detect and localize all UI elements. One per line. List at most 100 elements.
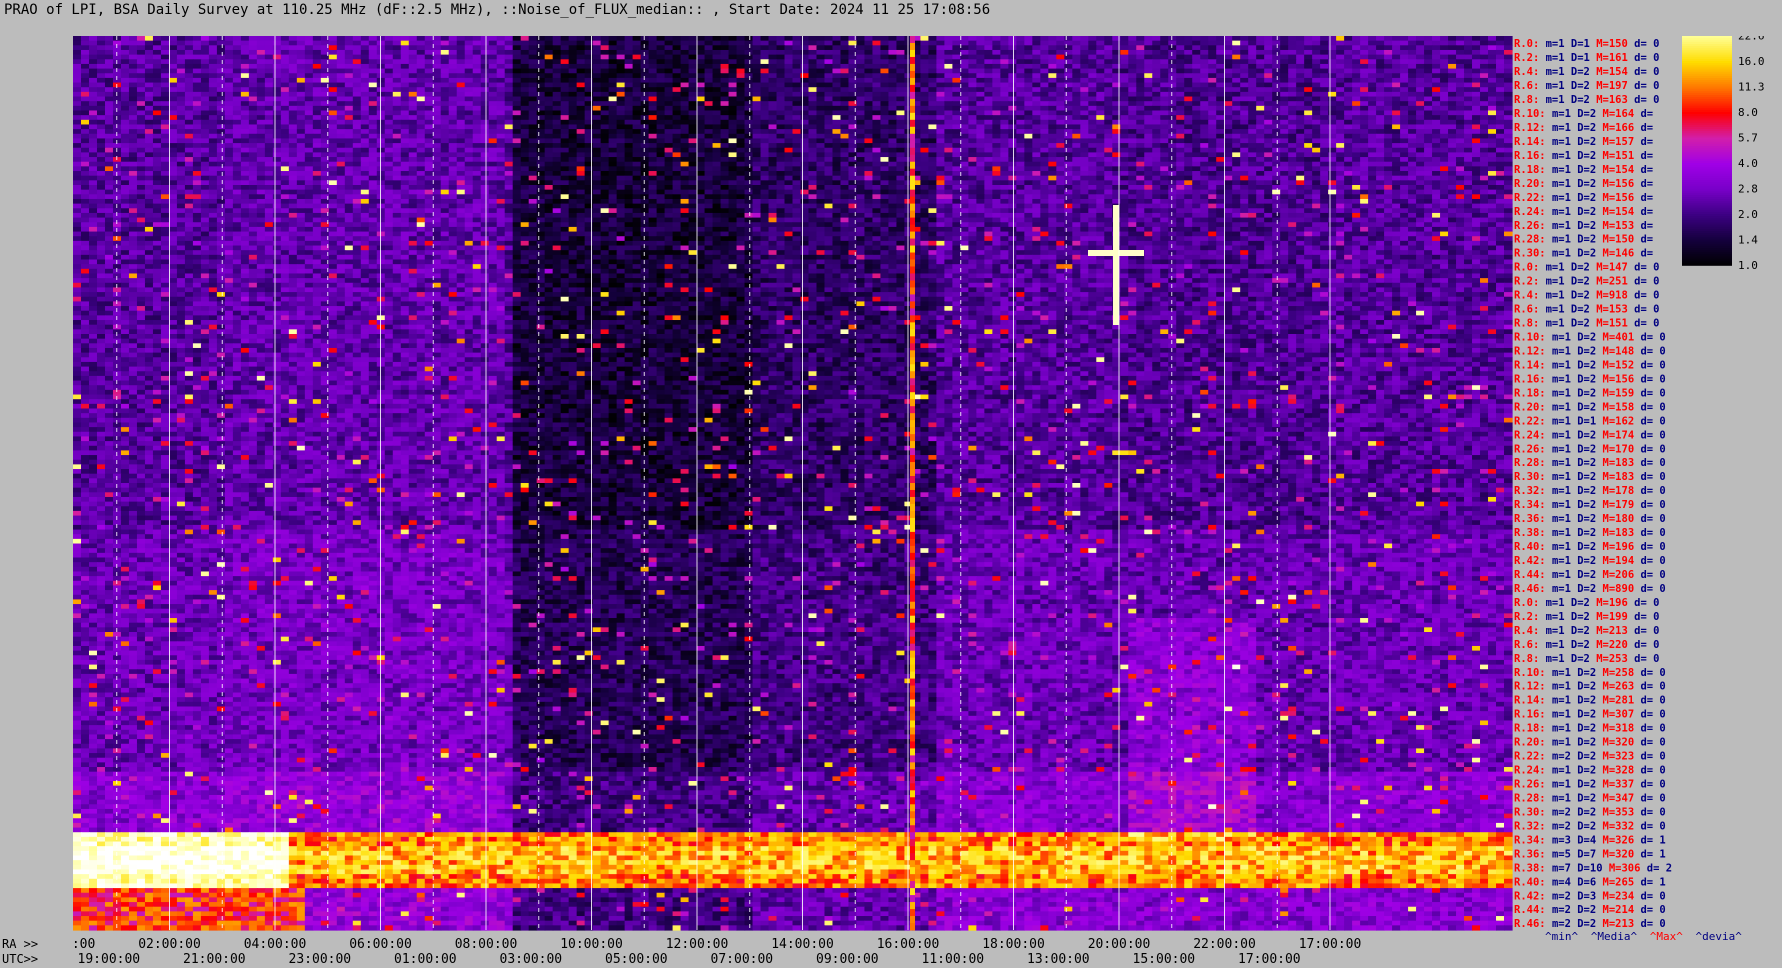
heatmap-cell <box>465 59 474 64</box>
heatmap-cell <box>281 55 290 60</box>
heatmap-cell <box>129 41 138 46</box>
heatmap-cell <box>1080 36 1089 41</box>
heatmap-cell <box>657 36 666 41</box>
heatmap-cell <box>761 41 770 46</box>
heatmap-cell <box>225 45 234 50</box>
heatmap-cell <box>1344 59 1353 64</box>
heatmap-cell <box>529 41 538 46</box>
heatmap-cell <box>257 50 266 55</box>
heatmap-cell <box>609 59 618 64</box>
heatmap-cell <box>1272 55 1281 60</box>
heatmap-cell <box>305 41 314 46</box>
heatmap-cell <box>553 64 562 69</box>
heatmap-cell <box>1192 41 1201 46</box>
heatmap-cell <box>1184 50 1193 55</box>
heatmap-cell <box>1464 36 1473 41</box>
heatmap-cell <box>785 50 794 55</box>
heatmap-cell <box>793 55 802 60</box>
heatmap-cell <box>936 55 945 60</box>
heatmap-cell <box>665 50 674 55</box>
heatmap-cell <box>561 45 570 50</box>
heatmap-cell <box>241 36 250 41</box>
heatmap-cell <box>1400 55 1409 60</box>
heatmap-cell <box>1168 45 1177 50</box>
heatmap-cell <box>1264 55 1273 60</box>
heatmap-cell <box>121 64 130 69</box>
heatmap-cell <box>617 45 626 50</box>
heatmap-cell <box>1288 50 1297 55</box>
heatmap-cell <box>689 55 698 60</box>
heatmap-cell <box>1344 45 1353 50</box>
heatmap-cell <box>1504 45 1513 50</box>
heatmap-cell <box>1192 45 1201 50</box>
heatmap-cell <box>1040 50 1049 55</box>
heatmap-cell <box>936 59 945 64</box>
heatmap-cell <box>113 59 122 64</box>
heatmap-cell <box>1304 64 1313 69</box>
heatmap-cell <box>1280 41 1289 46</box>
heatmap-cell <box>777 45 786 50</box>
heatmap-cell <box>633 55 642 60</box>
heatmap-cell <box>1336 64 1345 69</box>
heatmap-cell <box>345 36 354 41</box>
heatmap-cell <box>1328 50 1337 55</box>
heatmap-cell <box>145 36 154 41</box>
heatmap-cell <box>201 64 210 69</box>
heatmap-cell <box>1160 64 1169 69</box>
heatmap-cell <box>984 36 993 41</box>
heatmap-cell <box>545 55 554 60</box>
heatmap-cell <box>1128 50 1137 55</box>
heatmap-cell <box>489 36 498 41</box>
heatmap-cell <box>1312 55 1321 60</box>
heatmap-cell <box>89 55 98 60</box>
heatmap-cell <box>1368 55 1377 60</box>
heatmap-cell <box>249 64 258 69</box>
heatmap-cell <box>641 41 650 46</box>
heatmap-cell <box>1048 36 1057 41</box>
heatmap-cell <box>1008 45 1017 50</box>
heatmap-cell <box>425 36 434 41</box>
heatmap-cell <box>137 59 146 64</box>
heatmap-cell <box>816 41 825 46</box>
heatmap-cell <box>201 36 210 41</box>
heatmap-cell <box>745 55 754 60</box>
heatmap-cell <box>1080 41 1089 46</box>
heatmap-cell <box>952 55 961 60</box>
heatmap-cell <box>81 41 90 46</box>
heatmap-cell <box>121 50 130 55</box>
heatmap-cell <box>761 59 770 64</box>
heatmap-cell <box>1424 36 1433 41</box>
heatmap-cell <box>1216 55 1225 60</box>
heatmap-cell <box>952 36 961 41</box>
heatmap-cell <box>313 36 322 41</box>
heatmap-cell <box>1184 64 1193 69</box>
heatmap-cell <box>856 50 865 55</box>
heatmap-cell <box>1072 55 1081 60</box>
heatmap-cell <box>401 64 410 69</box>
heatmap-cell <box>225 64 234 69</box>
heatmap-cell <box>1032 55 1041 60</box>
heatmap-cell <box>721 41 730 46</box>
heatmap-cell <box>1408 45 1417 50</box>
heatmap-cell <box>673 36 682 41</box>
heatmap-cell <box>241 45 250 50</box>
heatmap-cell <box>497 45 506 50</box>
heatmap-cell <box>569 50 578 55</box>
heatmap-cell <box>1360 45 1369 50</box>
heatmap-cell <box>505 45 514 50</box>
heatmap-cell <box>896 45 905 50</box>
heatmap-cell <box>1032 36 1041 41</box>
heatmap-cell <box>177 55 186 60</box>
heatmap-cell <box>1488 50 1497 55</box>
heatmap-cell <box>265 55 274 60</box>
heatmap-cell <box>1128 41 1137 46</box>
heatmap-cell <box>1176 55 1185 60</box>
heatmap-cell <box>1240 55 1249 60</box>
heatmap-cell <box>1496 55 1505 60</box>
heatmap-cell <box>377 64 386 69</box>
heatmap-cell <box>1256 45 1265 50</box>
heatmap-cell <box>1360 64 1369 69</box>
heatmap-cell <box>1336 50 1345 55</box>
heatmap-cell <box>337 36 346 41</box>
heatmap-cell <box>1384 64 1393 69</box>
